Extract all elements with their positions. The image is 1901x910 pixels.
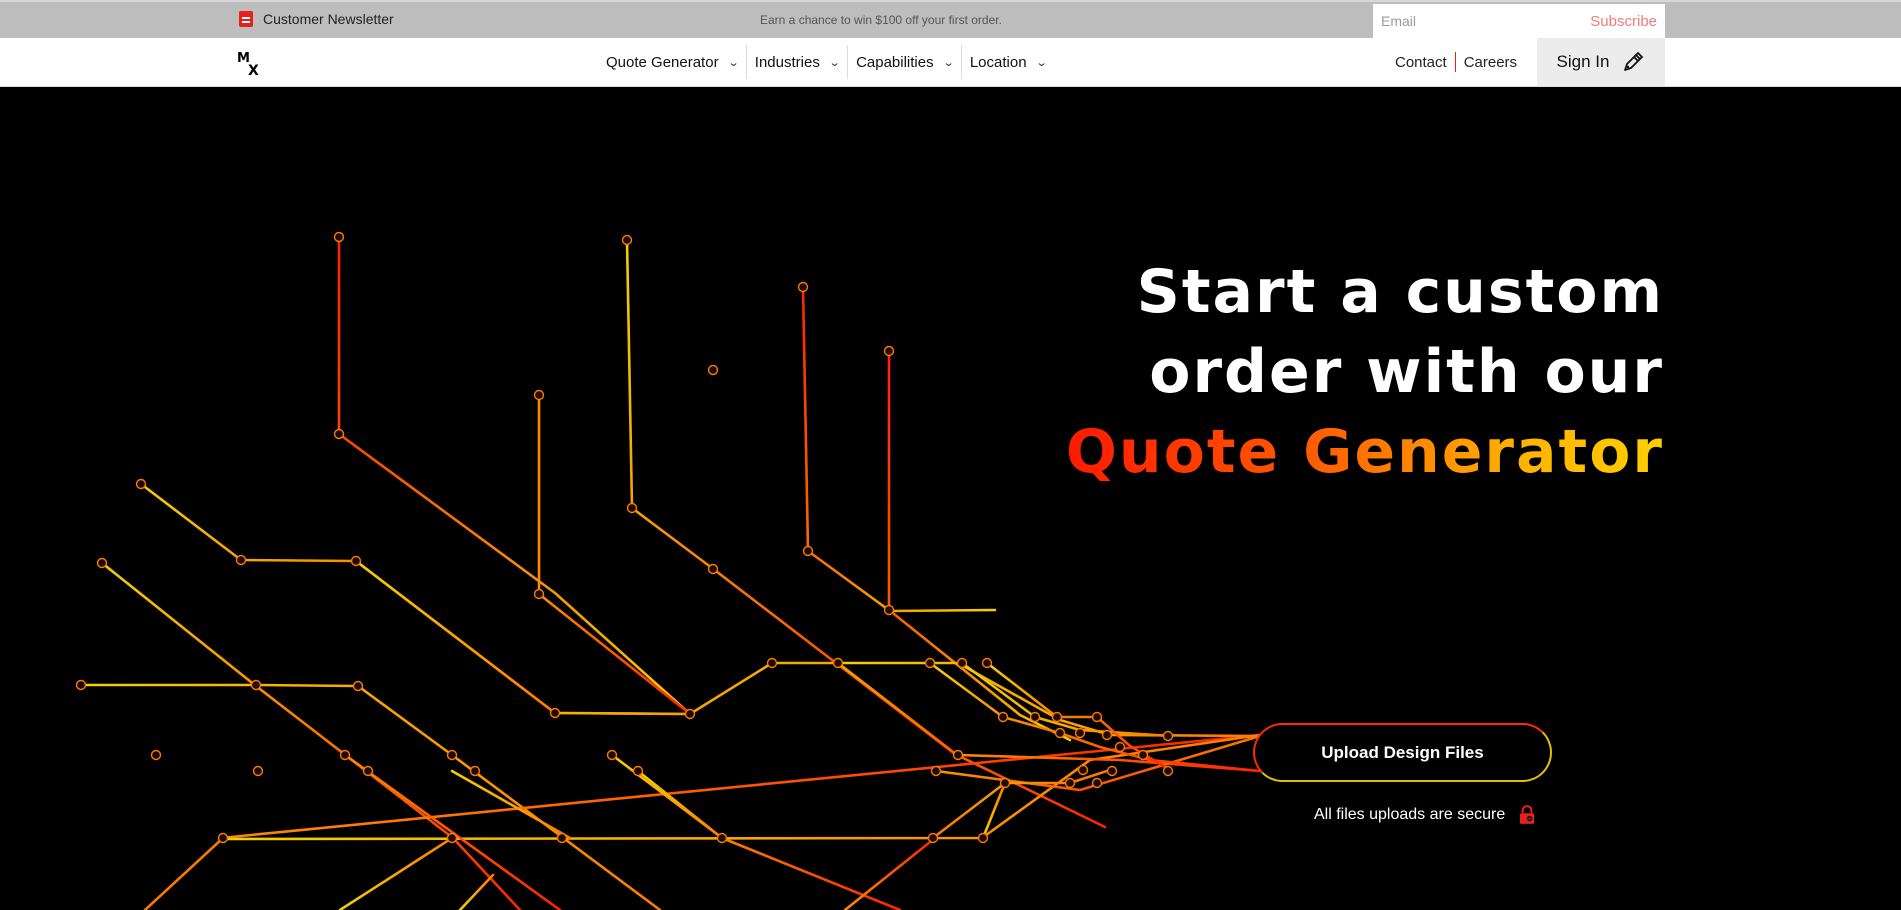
- chevron-down-icon: ⌄: [828, 56, 841, 69]
- nav-item-location[interactable]: Location ⌄: [962, 45, 1054, 79]
- nav-item-quote-generator[interactable]: Quote Generator ⌄: [598, 45, 747, 79]
- heading-line-2: order with our: [1149, 337, 1664, 407]
- email-field[interactable]: [1381, 13, 1561, 29]
- sign-in-label: Sign In: [1556, 52, 1610, 71]
- newsletter-label: Customer Newsletter: [263, 11, 394, 27]
- promo-text: Earn a chance to win $100 off your first…: [760, 13, 1002, 27]
- newsletter-icon: [239, 11, 253, 27]
- secure-text: All files uploads are secure: [1314, 806, 1506, 823]
- hero-section: Start a custom order with our Quote Gene…: [0, 87, 1901, 910]
- svg-text:X: X: [248, 63, 259, 76]
- newsletter-link[interactable]: Customer Newsletter: [239, 11, 394, 27]
- nav-item-label: Industries: [754, 53, 820, 71]
- chevron-down-icon: ⌄: [1035, 56, 1048, 69]
- upload-design-files-button[interactable]: Upload Design Files: [1253, 723, 1552, 782]
- subscribe-form: Subscribe: [1373, 4, 1665, 38]
- circuit-lines-graphic: [75, 231, 1262, 910]
- nav-item-label: Capabilities: [856, 53, 934, 71]
- hero-heading: Start a custom order with our Quote Gene…: [1066, 252, 1664, 492]
- nav-item-label: Location: [969, 53, 1027, 71]
- lock-icon: [1520, 805, 1535, 824]
- heading-line-1: Start a custom: [1136, 257, 1664, 327]
- contact-link[interactable]: Contact: [1395, 54, 1447, 71]
- nav-item-label: Quote Generator: [606, 53, 719, 71]
- link-divider: [1454, 52, 1456, 72]
- chevron-down-icon: ⌄: [942, 56, 955, 69]
- top-banner: Customer Newsletter Earn a chance to win…: [0, 0, 1901, 38]
- sign-in-button[interactable]: Sign In: [1537, 38, 1665, 86]
- mx-logo[interactable]: M X: [237, 48, 265, 76]
- nav-menu: Quote Generator ⌄ Industries ⌄ Capabilit…: [598, 38, 1054, 86]
- secure-note: All files uploads are secure: [1314, 805, 1535, 825]
- careers-link[interactable]: Careers: [1464, 54, 1517, 71]
- heading-accent: Quote Generator: [1066, 412, 1664, 492]
- nav-item-industries[interactable]: Industries ⌄: [747, 45, 849, 79]
- main-navbar: M X Quote Generator ⌄ Industries ⌄ Capab…: [0, 38, 1901, 87]
- pen-icon: [1624, 51, 1644, 71]
- subscribe-button[interactable]: Subscribe: [1590, 13, 1657, 30]
- utility-links: Contact Careers: [1395, 52, 1517, 72]
- chevron-down-icon: ⌄: [727, 56, 740, 69]
- nav-item-capabilities[interactable]: Capabilities ⌄: [848, 45, 962, 79]
